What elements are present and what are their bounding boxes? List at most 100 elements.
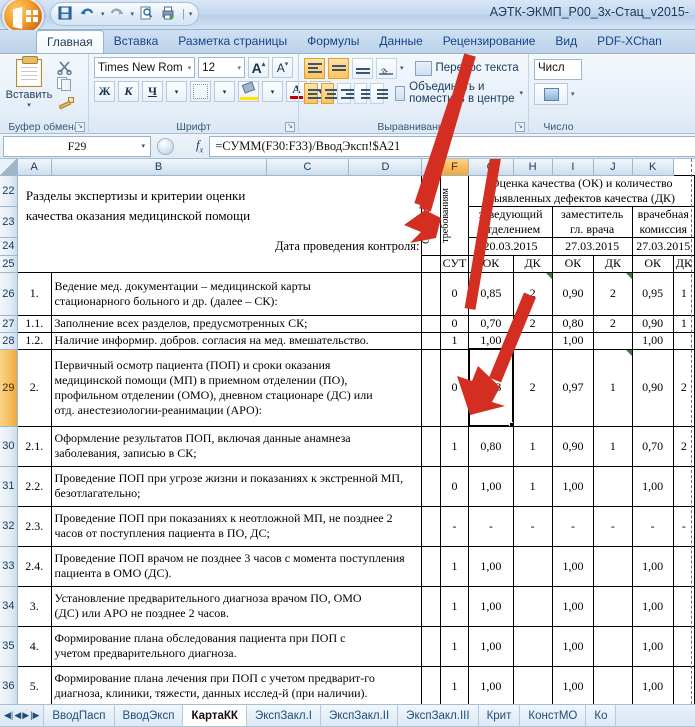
compliance-cell-e[interactable]: [421, 465, 441, 507]
control-date-2[interactable]: 27.03.2015: [551, 236, 633, 256]
print-icon[interactable]: [160, 5, 178, 23]
sheet-tab-ekspzakl-3[interactable]: ЭкспЗакл.III: [398, 705, 479, 726]
okdk-header-5[interactable]: ДК: [672, 254, 695, 273]
align-bottom-button[interactable]: [352, 57, 373, 79]
dk-value-cell[interactable]: 2: [593, 314, 633, 333]
ok-value-cell[interactable]: -: [551, 505, 595, 547]
sut-value-cell[interactable]: -: [439, 505, 470, 547]
dk-value-cell[interactable]: 1: [512, 465, 553, 507]
ok-value-cell[interactable]: -: [631, 505, 674, 547]
font-dialog-launcher[interactable]: ↘: [285, 122, 295, 132]
row-header-36[interactable]: 36: [0, 666, 18, 704]
dk-value-cell[interactable]: [512, 545, 553, 587]
row-header-28[interactable]: 28: [0, 332, 18, 350]
row-header-24[interactable]: 24: [0, 237, 18, 256]
expert-role-3[interactable]: врачебная комиссия: [631, 205, 695, 238]
expert-role-1[interactable]: заведующий отделением: [468, 205, 553, 238]
ok-value-cell[interactable]: 0,80: [551, 314, 595, 333]
decrease-indent-button[interactable]: [353, 82, 372, 104]
dk-value-cell[interactable]: 1: [512, 425, 553, 467]
ok-value-cell[interactable]: 0,95: [631, 271, 674, 316]
cancel-formula-button[interactable]: [157, 137, 174, 155]
ok-value-cell[interactable]: 0,97: [551, 348, 595, 427]
row-header-34[interactable]: 34: [0, 586, 18, 627]
fill-color-dropdown-icon[interactable]: ▾: [262, 81, 283, 102]
dk-value-cell[interactable]: [672, 465, 695, 507]
ok-value-cell[interactable]: 1,00: [631, 585, 674, 627]
row-header-27[interactable]: 27: [0, 315, 18, 333]
dk-value-cell[interactable]: 2: [672, 425, 695, 467]
cut-button[interactable]: [53, 60, 83, 77]
criterion-text-cell[interactable]: Первичный осмотр пациента (ПОП) и сроки …: [50, 348, 423, 427]
formula-input[interactable]: =СУММ(F30:F33)/ВводЭксп!$A21: [209, 135, 695, 157]
row-header-35[interactable]: 35: [0, 626, 18, 667]
accounting-format-button[interactable]: [534, 83, 568, 105]
sheet-nav-buttons[interactable]: ◀| ◀ ▶ |▶: [0, 705, 45, 726]
alignment-dialog-launcher[interactable]: ↘: [515, 122, 525, 132]
ok-value-cell[interactable]: 1,00: [551, 585, 595, 627]
compliance-cell-e[interactable]: [421, 331, 441, 350]
wrap-text-button[interactable]: Перенос текста: [414, 57, 519, 79]
ok-value-cell[interactable]: 1,00: [551, 465, 595, 507]
column-header-G[interactable]: G: [468, 159, 514, 176]
dk-value-cell[interactable]: -: [512, 505, 553, 547]
dk-value-cell[interactable]: [512, 585, 553, 627]
dk-value-cell[interactable]: [672, 665, 695, 704]
row-index-cell[interactable]: 1.2.: [16, 331, 52, 350]
customize-qat-icon[interactable]: ▾: [189, 10, 193, 18]
ok-value-cell[interactable]: 1,00: [468, 625, 514, 667]
dk-value-cell[interactable]: [512, 625, 553, 667]
align-middle-button[interactable]: [328, 57, 349, 79]
dk-value-cell[interactable]: [512, 331, 553, 350]
dk-value-cell[interactable]: 2: [512, 314, 553, 333]
align-center-button[interactable]: [320, 82, 339, 104]
italic-button[interactable]: К: [118, 81, 139, 102]
row-index-cell[interactable]: 5.: [16, 665, 52, 704]
control-date-1[interactable]: 20.03.2015: [468, 236, 553, 256]
row-index-cell[interactable]: 3.: [16, 585, 52, 627]
sut-value-cell[interactable]: 0: [439, 465, 470, 507]
compliance-cell-e[interactable]: [421, 271, 441, 316]
criterion-text-cell[interactable]: Заполнение всех разделов, предусмотренны…: [50, 314, 423, 333]
ribbon-tab-formulas[interactable]: Формулы: [297, 30, 369, 53]
format-painter-button[interactable]: [53, 94, 83, 111]
ok-value-cell[interactable]: 1,00: [551, 625, 595, 667]
ok-value-cell[interactable]: 1,00: [631, 665, 674, 704]
ok-value-cell[interactable]: 1,00: [551, 331, 595, 350]
compliance-cell-e[interactable]: [421, 505, 441, 547]
ok-value-cell[interactable]: 1,00: [551, 545, 595, 587]
ribbon-tab-review[interactable]: Рецензирование: [433, 30, 546, 53]
column-header-K[interactable]: K: [632, 159, 674, 176]
column-header-D[interactable]: D: [348, 159, 423, 176]
vertical-header-f[interactable]: требованиям: [439, 174, 470, 256]
underline-dropdown-icon[interactable]: ▾: [166, 81, 187, 102]
column-header-J[interactable]: J: [593, 159, 633, 176]
number-format-select[interactable]: Числ: [534, 59, 582, 80]
borders-dropdown-icon[interactable]: ▾: [214, 81, 235, 102]
spacer-cell-a25[interactable]: [17, 255, 52, 272]
sut-value-cell[interactable]: 1: [439, 625, 470, 667]
criterion-text-cell[interactable]: Проведение ПОП при угрозе жизни и показа…: [50, 465, 423, 507]
sut-value-cell[interactable]: 1: [439, 425, 470, 467]
quality-header-cell[interactable]: Оценка качества (ОК) и количество выявле…: [468, 174, 695, 207]
accounting-dropdown-icon[interactable]: ▾: [571, 90, 575, 98]
compliance-cell-e[interactable]: [421, 314, 441, 333]
print-preview-icon[interactable]: [138, 5, 156, 23]
ok-value-cell[interactable]: 1,00: [468, 331, 514, 350]
column-header-H[interactable]: H: [513, 159, 553, 176]
select-all-corner[interactable]: [0, 159, 18, 176]
okdk-header-1[interactable]: ДК: [512, 254, 553, 273]
ribbon-tab-pdf-xchange[interactable]: PDF-XChan: [587, 30, 672, 53]
decrease-font-size-button[interactable]: A ▾: [272, 57, 293, 78]
dk-value-cell[interactable]: -: [672, 505, 695, 547]
spacer-cell-b25[interactable]: [51, 255, 267, 272]
dk-value-cell[interactable]: [593, 465, 633, 507]
undo-icon[interactable]: [79, 5, 97, 23]
spacer-cell-e25[interactable]: [421, 254, 441, 273]
undo-dropdown-icon[interactable]: ▾: [101, 10, 105, 18]
dk-value-cell[interactable]: 1: [672, 271, 695, 316]
ok-value-cell[interactable]: 0,80: [468, 425, 514, 467]
sheet-tab-vvodeksp[interactable]: ВводЭксп: [114, 705, 184, 726]
paste-button[interactable]: Вставить ▾: [5, 56, 53, 109]
ok-value-cell[interactable]: 1,00: [468, 665, 514, 704]
